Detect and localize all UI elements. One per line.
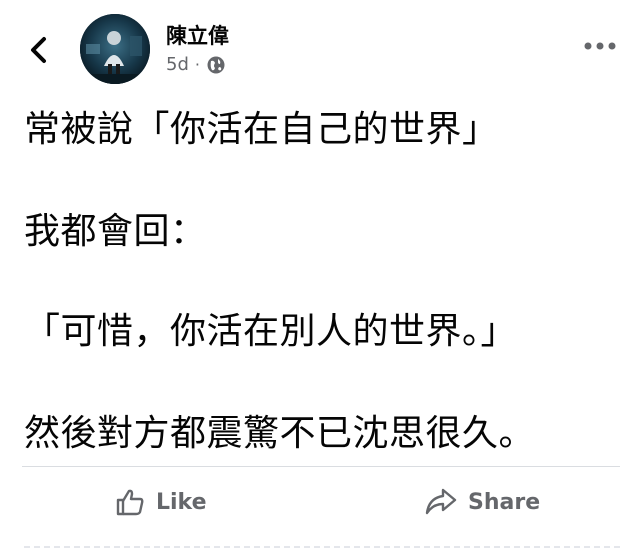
like-button[interactable]: Like	[114, 482, 207, 522]
author-name[interactable]: 陳立偉	[166, 20, 229, 50]
avatar[interactable]	[80, 14, 150, 84]
more-dots-icon	[584, 42, 616, 50]
bottom-divider	[24, 546, 620, 548]
divider	[22, 466, 620, 467]
post-header: 陳立偉 5d ·	[0, 0, 640, 90]
share-label: Share	[468, 489, 541, 515]
post-text-line: 「可惜，你活在別人的世界。」	[24, 311, 518, 352]
avatar-image	[80, 14, 150, 84]
meta-separator: ·	[194, 55, 200, 74]
post-time[interactable]: 5d	[166, 54, 189, 75]
more-options-button[interactable]	[582, 36, 618, 56]
post-meta: 5d ·	[166, 54, 226, 75]
share-button[interactable]: Share	[424, 482, 540, 522]
thumbs-up-icon	[116, 489, 144, 516]
chevron-left-icon	[31, 37, 46, 63]
post-text-line: 我都會回：	[24, 211, 207, 252]
like-label: Like	[156, 489, 207, 515]
post-text-line: 常被說「你活在自己的世界」	[24, 109, 499, 150]
share-arrow-icon	[425, 488, 457, 515]
post-page: 陳立偉 5d · 常被說「你活在自己的世界」 我都會回： 「可惜，你活在別人的世…	[0, 0, 640, 552]
globe-icon	[207, 56, 225, 73]
post-text-line: 然後對方都震驚不已沈思很久。	[24, 413, 536, 454]
back-button[interactable]	[24, 34, 56, 66]
